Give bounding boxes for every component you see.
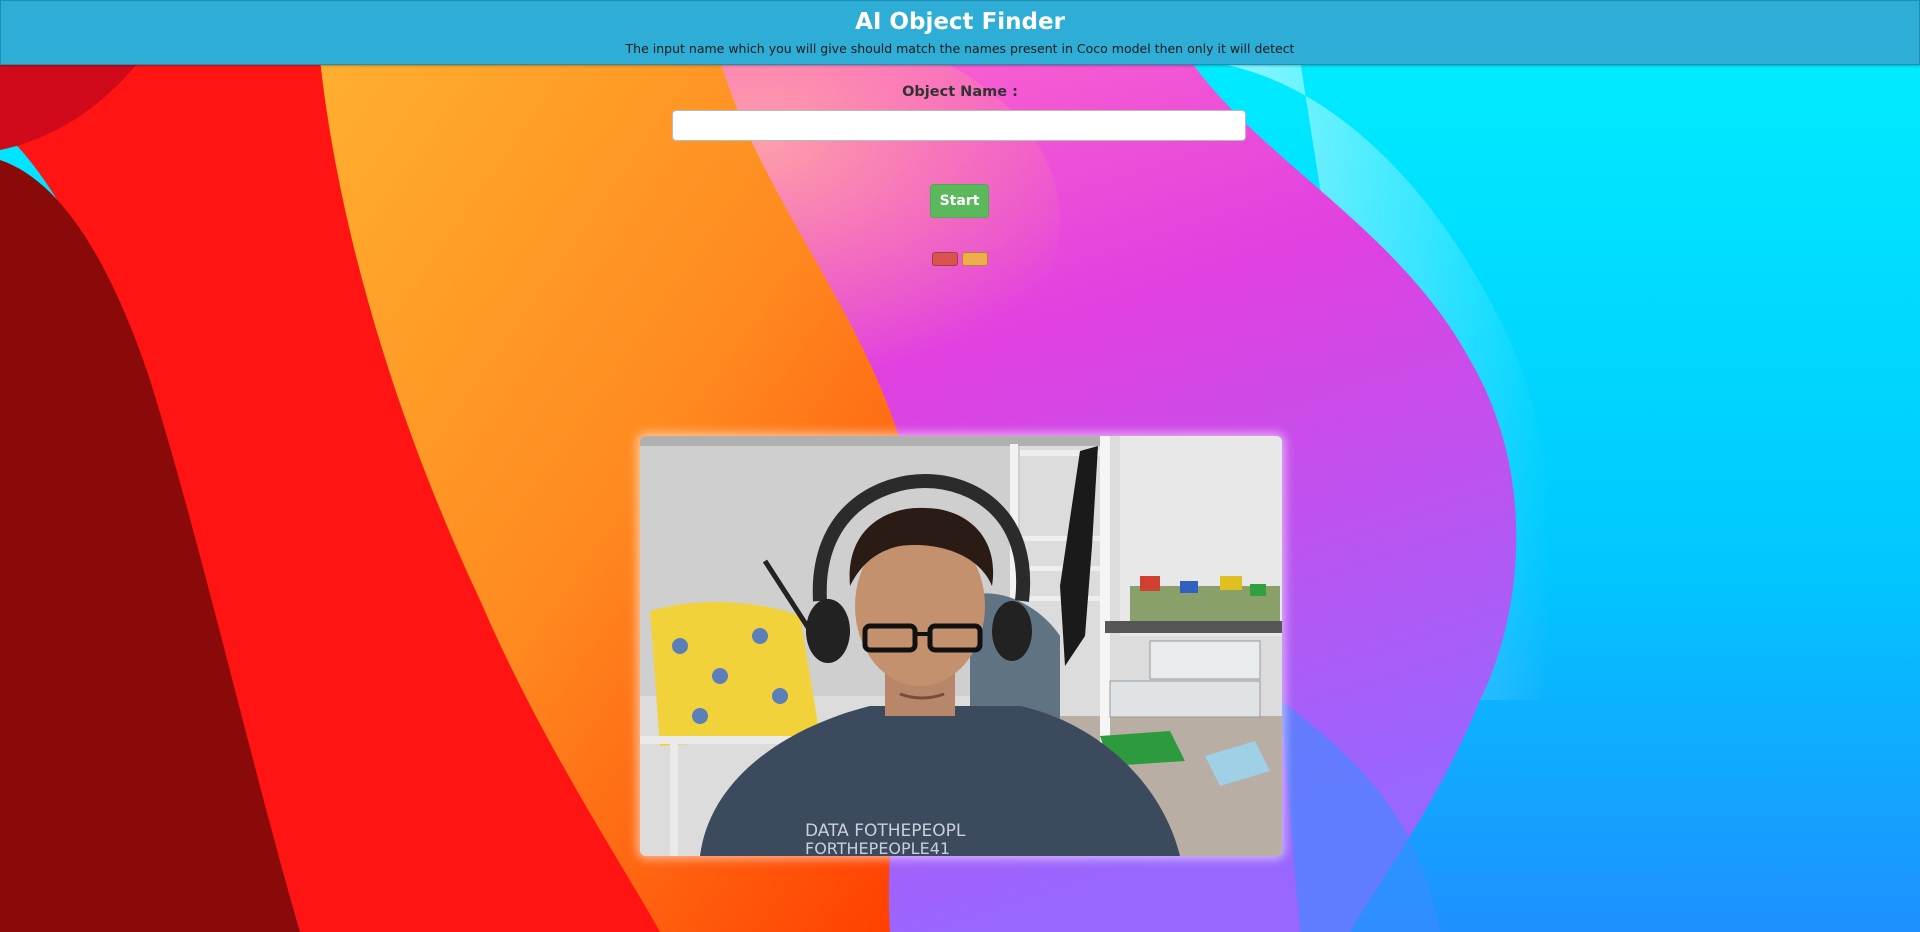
app-subtitle: The input name which you will give shoul… <box>625 41 1295 56</box>
pause-button[interactable] <box>962 252 988 266</box>
shirt-text-line2: FORTHEPEOPLE41 <box>805 839 950 856</box>
page: AI Object Finder The input name which yo… <box>0 0 1920 932</box>
webcam-video: DATA FOTHEPEOPL FORTHEPEOPLE41 <box>640 436 1282 856</box>
object-name-input[interactable] <box>672 110 1246 141</box>
object-form: Object Name : Start <box>0 84 1920 266</box>
webcam-frame-image: DATA FOTHEPEOPL FORTHEPEOPLE41 <box>640 436 1282 856</box>
app-title: AI Object Finder <box>855 9 1065 35</box>
app-header: AI Object Finder The input name which yo… <box>0 0 1920 65</box>
shirt-text-line1: DATA FOTHEPEOPL <box>805 821 966 841</box>
start-button[interactable]: Start <box>930 184 989 218</box>
object-name-label: Object Name : <box>902 84 1018 100</box>
stop-button[interactable] <box>932 252 958 266</box>
